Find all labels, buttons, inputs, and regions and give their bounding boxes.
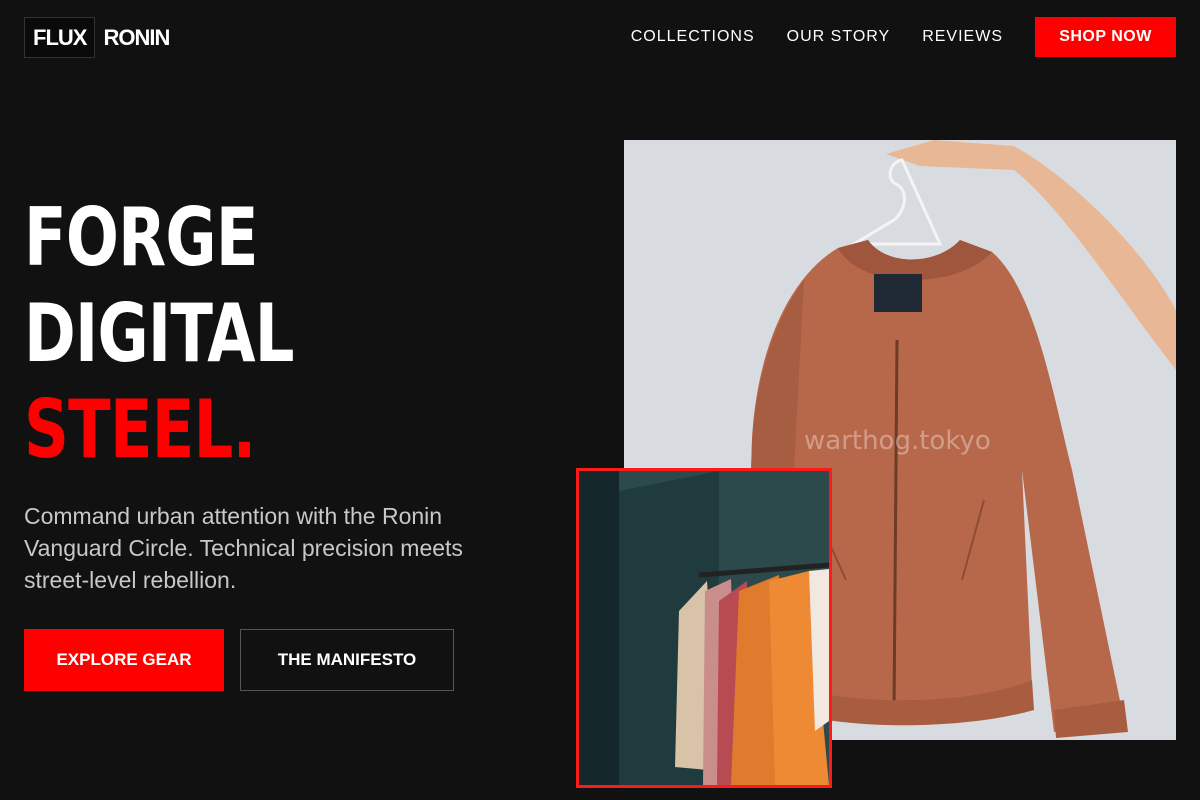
explore-gear-button[interactable]: EXPLORE GEAR [24,629,224,691]
headline-line-2: DIGITAL [24,287,295,380]
logo-box: FLUX [24,17,96,58]
nav-link-collections[interactable]: COLLECTIONS [631,28,755,46]
hero-description: Command urban attention with the Ronin V… [24,503,463,593]
main-nav: COLLECTIONS OUR STORY REVIEWS SHOP NOW [631,17,1176,57]
hero-headline: FORGE DIGITAL STEEL. [24,190,295,478]
brand-logo[interactable]: FLUX RONIN [24,17,170,58]
clothing-rack-image [576,468,832,788]
headline-line-3: STEEL. [24,383,256,476]
headline-line-1: FORGE [24,191,258,284]
image-watermark: warthog.tokyo [804,426,991,456]
manifesto-button[interactable]: THE MANIFESTO [240,629,454,691]
clothing-rack-illustration [579,471,829,785]
logo-word: RONIN [103,24,170,50]
nav-link-reviews[interactable]: REVIEWS [922,28,1003,46]
nav-link-our-story[interactable]: OUR STORY [787,28,891,46]
shop-now-button[interactable]: SHOP NOW [1035,17,1176,57]
